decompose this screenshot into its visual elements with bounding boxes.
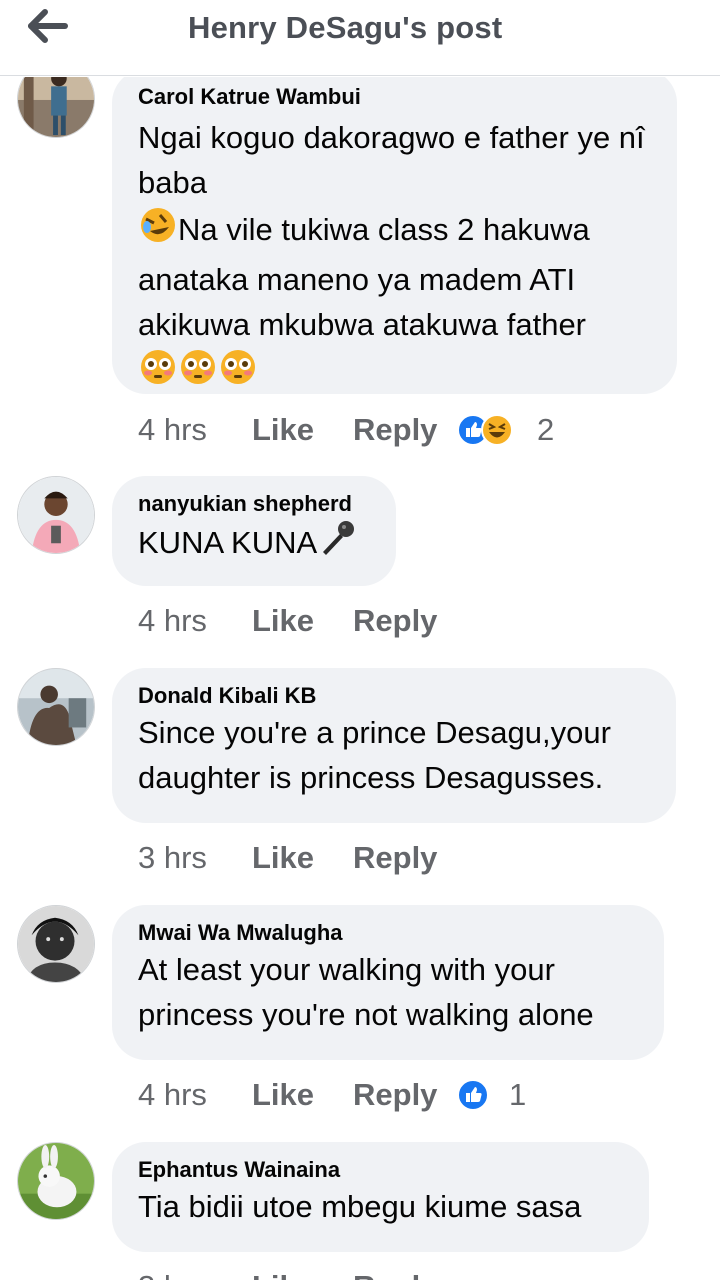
- flushed-emoji-icon: [138, 347, 178, 399]
- comment-time: 3 hrs: [138, 840, 207, 875]
- comment-author[interactable]: Ephantus Wainaina: [138, 1156, 623, 1184]
- avatar[interactable]: [17, 476, 95, 554]
- comment-actions: 4 hrs Like Reply 1: [138, 1075, 538, 1115]
- comment-bubble: Donald Kibali KB Since you're a prince D…: [112, 668, 676, 823]
- avatar[interactable]: [17, 1142, 95, 1220]
- comment-time: 4 hrs: [138, 603, 207, 638]
- back-button[interactable]: [22, 6, 72, 46]
- comment-text: Tia bidii utoe mbegu kiume sasa: [138, 1189, 582, 1224]
- reactions-summary[interactable]: 2: [457, 412, 567, 447]
- page-title: Henry DeSagu's post: [188, 10, 503, 45]
- comment-time: 4 hrs: [138, 412, 207, 447]
- reactions-summary[interactable]: 1: [457, 1077, 537, 1112]
- comment-text-line: Ngai koguo dakoragwo e father ye nî baba: [138, 120, 654, 200]
- avatar[interactable]: [17, 668, 95, 746]
- comment-author[interactable]: Carol Katrue Wambui: [138, 83, 651, 111]
- reply-button[interactable]: Reply: [353, 838, 437, 878]
- reply-button[interactable]: Reply: [353, 1075, 437, 1115]
- comment-text: Since you're a prince Desagu,your daught…: [138, 715, 620, 795]
- comment-text: Ngai koguo dakoragwo e father ye nî baba…: [138, 115, 651, 399]
- like-button[interactable]: Like: [252, 1267, 314, 1280]
- comment-bubble: nanyukian shepherd KUNA KUNA: [112, 476, 396, 586]
- like-reaction-icon: [457, 1079, 489, 1111]
- reply-button[interactable]: Reply: [353, 1267, 437, 1280]
- like-button[interactable]: Like: [252, 601, 314, 641]
- comment-actions: 3 hrs Like Reply: [138, 838, 458, 878]
- comments-list: Carol Katrue Wambui Ngai koguo dakoragwo…: [0, 77, 720, 1280]
- rolling-laughing-emoji-icon: [138, 205, 178, 257]
- comment-text: KUNA KUNA: [138, 518, 370, 570]
- comment-bubble: Carol Katrue Wambui Ngai koguo dakoragwo…: [112, 77, 677, 394]
- comment-author[interactable]: nanyukian shepherd: [138, 490, 370, 518]
- comment-text-line: KUNA KUNA: [138, 525, 318, 560]
- like-button[interactable]: Like: [252, 410, 314, 450]
- comment-text-line: Na vile tukiwa class 2 hakuwa anataka ma…: [138, 212, 599, 342]
- comment-actions: 4 hrs Like Reply 2: [138, 410, 568, 450]
- reply-button[interactable]: Reply: [353, 410, 437, 450]
- comment-bubble: Ephantus Wainaina Tia bidii utoe mbegu k…: [112, 1142, 649, 1252]
- avatar[interactable]: [17, 905, 95, 983]
- comment-author[interactable]: Mwai Wa Mwalugha: [138, 919, 638, 947]
- comment-time: 3 hrs: [138, 1267, 207, 1280]
- comment-text: At least your walking with your princess…: [138, 952, 594, 1032]
- reply-button[interactable]: Reply: [353, 601, 437, 641]
- comment-bubble: Mwai Wa Mwalugha At least your walking w…: [112, 905, 664, 1060]
- like-button[interactable]: Like: [252, 838, 314, 878]
- comment-actions: 4 hrs Like Reply: [138, 601, 458, 641]
- flushed-emoji-icon: [218, 347, 258, 399]
- reaction-count: 2: [537, 412, 555, 447]
- microphone-emoji-icon: [317, 518, 357, 570]
- comment-actions: 3 hrs Like Reply: [138, 1267, 458, 1280]
- flushed-emoji-icon: [178, 347, 218, 399]
- haha-reaction-icon: [481, 414, 513, 446]
- top-bar: Henry DeSagu's post: [0, 0, 720, 76]
- avatar[interactable]: [17, 77, 95, 138]
- arrow-left-icon: [28, 9, 68, 43]
- comment-time: 4 hrs: [138, 1077, 207, 1112]
- reaction-count: 1: [509, 1077, 527, 1112]
- comment-author[interactable]: Donald Kibali KB: [138, 682, 650, 710]
- like-button[interactable]: Like: [252, 1075, 314, 1115]
